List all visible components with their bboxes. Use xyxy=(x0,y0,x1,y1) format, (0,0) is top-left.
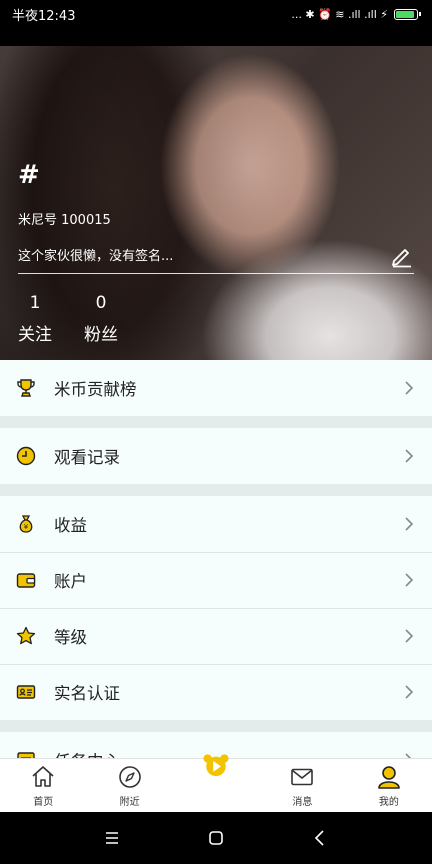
nav-nearby[interactable]: 附近 xyxy=(86,759,172,812)
menu-icon[interactable] xyxy=(102,828,122,848)
money-bag-icon: ¥ xyxy=(16,514,36,534)
chevron-right-icon xyxy=(405,449,414,463)
chevron-right-icon xyxy=(405,629,414,643)
mail-icon xyxy=(291,768,314,786)
profile-icon xyxy=(378,766,400,789)
nav-label: 首页 xyxy=(33,797,54,808)
menu-group: 米币贡献榜 xyxy=(0,360,432,416)
profile-header: # 米尼号 100015 这个家伙很懒，没有签名... 1 关注 0 粉丝 xyxy=(0,46,432,360)
stat-following[interactable]: 1 关注 xyxy=(18,292,52,345)
menu-item-level[interactable]: 等级 xyxy=(0,608,432,664)
clock-icon xyxy=(16,446,36,466)
compass-icon xyxy=(118,766,141,788)
menu-label: 实名认证 xyxy=(54,684,120,703)
star-icon xyxy=(16,626,36,646)
menu-group: 观看记录 xyxy=(0,428,432,484)
signature-text: 这个家伙很懒，没有签名... xyxy=(18,249,174,264)
trophy-icon xyxy=(16,378,36,398)
menu-item-history[interactable]: 观看记录 xyxy=(0,428,432,484)
fans-label: 粉丝 xyxy=(84,325,118,345)
home-icon xyxy=(32,766,54,787)
nav-label: 附近 xyxy=(119,797,140,808)
nav-label: 消息 xyxy=(292,797,313,808)
bottom-nav: 首页 附近 消息 我的 xyxy=(0,754,432,812)
user-id: 米尼号 100015 xyxy=(18,213,111,228)
play-bear-icon xyxy=(203,754,229,777)
status-icons: ... ✱ ⏰ ≋ .ıll .ıll ⚡ xyxy=(291,7,421,21)
fans-count: 0 xyxy=(95,293,107,313)
id-card-icon xyxy=(16,682,36,702)
chevron-right-icon xyxy=(405,517,414,531)
menu-label: 等级 xyxy=(54,628,87,647)
signature-row: 这个家伙很懒，没有签名... xyxy=(18,236,414,274)
home-square-icon[interactable] xyxy=(206,828,226,848)
status-time: 半夜12:43 xyxy=(12,8,76,24)
nav-messages[interactable]: 消息 xyxy=(259,759,345,812)
menu-item-earnings[interactable]: ¥ 收益 xyxy=(0,496,432,552)
stat-fans[interactable]: 0 粉丝 xyxy=(84,292,118,345)
edit-icon[interactable] xyxy=(388,242,414,268)
menu-label: 账户 xyxy=(54,572,87,591)
profile-stats: 1 关注 0 粉丝 xyxy=(18,292,118,345)
menu-item-contribution[interactable]: 米币贡献榜 xyxy=(0,360,432,416)
back-icon[interactable] xyxy=(310,828,330,848)
svg-text:¥: ¥ xyxy=(24,523,29,531)
menu-divider xyxy=(0,720,432,732)
menu-list: 米币贡献榜 观看记录 ¥ 收益 账户 等级 实名认证 xyxy=(0,360,432,758)
following-label: 关注 xyxy=(18,325,52,345)
following-count: 1 xyxy=(29,293,41,313)
nav-label: 我的 xyxy=(378,797,399,808)
menu-label: 米币贡献榜 xyxy=(54,380,137,399)
nav-home[interactable]: 首页 xyxy=(0,759,86,812)
menu-divider xyxy=(0,484,432,496)
status-signal-text: ... ✱ ⏰ ≋ .ıll .ıll ⚡ xyxy=(291,7,388,21)
chevron-right-icon xyxy=(405,685,414,699)
menu-item-account[interactable]: 账户 xyxy=(0,552,432,608)
status-bar: 半夜12:43 ... ✱ ⏰ ≋ .ıll .ıll ⚡ xyxy=(0,0,432,28)
battery-icon xyxy=(394,8,421,20)
menu-item-verification[interactable]: 实名认证 xyxy=(0,664,432,720)
wallet-icon xyxy=(16,570,36,590)
menu-label: 观看记录 xyxy=(54,448,120,467)
menu-divider xyxy=(0,416,432,428)
menu-label: 收益 xyxy=(54,516,87,535)
nav-live[interactable] xyxy=(173,754,259,812)
system-nav-bar xyxy=(0,812,432,864)
task-icon xyxy=(16,750,36,758)
chevron-right-icon xyxy=(405,381,414,395)
nav-profile[interactable]: 我的 xyxy=(346,759,432,812)
hash-level-icon: # xyxy=(18,160,40,190)
chevron-right-icon xyxy=(405,573,414,587)
menu-group: ¥ 收益 账户 等级 实名认证 xyxy=(0,496,432,720)
